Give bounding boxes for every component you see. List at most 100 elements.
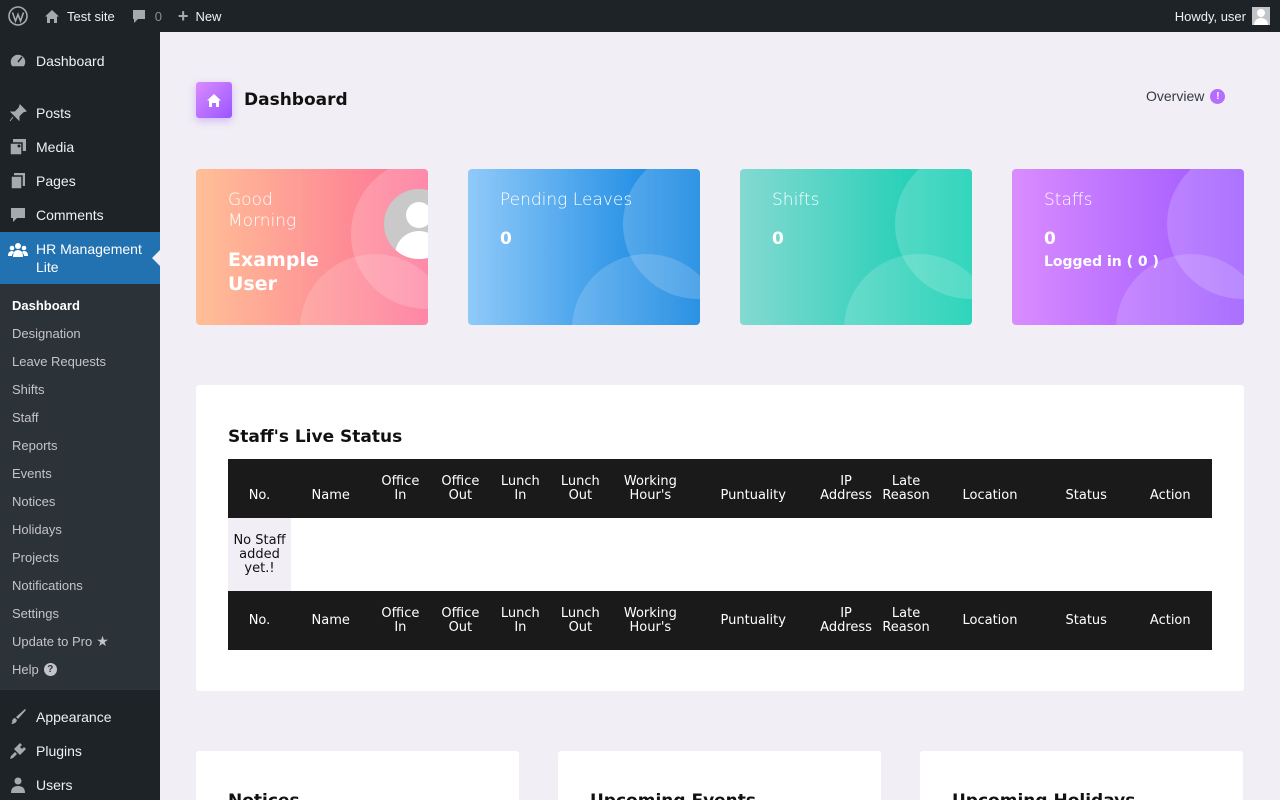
menu-label: Users: [36, 777, 73, 793]
column-footer: Location: [936, 591, 1044, 650]
empty-message: No Staff added yet.!: [228, 518, 291, 591]
column-header: Lunch Out: [550, 459, 611, 518]
menu-label: Comments: [36, 207, 104, 223]
menu-plugins[interactable]: Plugins: [0, 734, 160, 768]
howdy-text: Howdy, user: [1174, 8, 1246, 24]
submenu-projects[interactable]: Projects: [0, 543, 160, 571]
page-title: Dashboard: [244, 90, 348, 110]
admin-bar: Test site 0 + New Howdy, user: [0, 0, 1280, 32]
star-icon: ★: [96, 632, 109, 649]
dashboard-icon: [8, 51, 28, 71]
submenu-holidays[interactable]: Holidays: [0, 515, 160, 543]
submenu-label: Leave Requests: [12, 353, 106, 369]
card-value: 0: [500, 229, 512, 249]
column-footer: Name: [291, 591, 371, 650]
wordpress-logo-icon[interactable]: [0, 0, 36, 32]
submenu-events[interactable]: Events: [0, 459, 160, 487]
submenu-update-to-pro[interactable]: Update to Pro ★: [0, 627, 160, 655]
submenu-staff[interactable]: Staff: [0, 403, 160, 431]
site-name-link[interactable]: Test site: [36, 0, 123, 32]
comments-count: 0: [154, 8, 162, 24]
submenu-label: Notifications: [12, 577, 83, 593]
column-header: Name: [291, 459, 371, 518]
column-header: Location: [936, 459, 1044, 518]
account-menu[interactable]: Howdy, user: [1167, 0, 1280, 32]
submenu-designation[interactable]: Designation: [0, 319, 160, 347]
menu-users[interactable]: Users: [0, 768, 160, 800]
panel-title: Staff's Live Status: [228, 427, 403, 447]
menu-posts[interactable]: Posts: [0, 96, 160, 130]
card-label: Staffs: [1044, 190, 1093, 210]
submenu-settings[interactable]: Settings: [0, 599, 160, 627]
submenu-reports[interactable]: Reports: [0, 431, 160, 459]
groups-icon: [8, 240, 28, 260]
submenu-label: Reports: [12, 437, 58, 453]
table-header-row: No. Name Office In Office Out Lunch In L…: [228, 459, 1212, 518]
column-footer: Office In: [370, 591, 431, 650]
user-avatar: [1252, 7, 1270, 25]
shifts-card[interactable]: Shifts 0: [740, 169, 972, 325]
main-content: Dashboard Overview ! Good Morning Exampl…: [160, 32, 1280, 800]
card-title: Upcoming Holidays: [952, 791, 1135, 800]
menu-comments[interactable]: Comments: [0, 198, 160, 232]
notices-card: Notices: [196, 751, 519, 800]
upcoming-holidays-card: Upcoming Holidays: [920, 751, 1243, 800]
card-label: Pending Leaves: [500, 190, 633, 210]
menu-pages[interactable]: Pages: [0, 164, 160, 198]
comments-link[interactable]: 0: [123, 0, 170, 32]
menu-label: Plugins: [36, 743, 82, 759]
table-footer-row: No. Name Office In Office Out Lunch In L…: [228, 591, 1212, 650]
overview-link[interactable]: Overview !: [1146, 88, 1226, 104]
column-footer: Lunch In: [490, 591, 551, 650]
menu-label: Appearance: [36, 709, 112, 725]
pending-leaves-card[interactable]: Pending Leaves 0: [468, 169, 700, 325]
users-icon: [8, 775, 28, 795]
pages-icon: [8, 171, 28, 191]
hr-submenu: Dashboard Designation Leave Requests Shi…: [0, 284, 160, 690]
menu-appearance[interactable]: Appearance: [0, 700, 160, 734]
greeting-label: Good Morning: [228, 190, 297, 231]
menu-label: Media: [36, 139, 75, 155]
info-icon: !: [1210, 88, 1226, 104]
submenu-notices[interactable]: Notices: [0, 487, 160, 515]
plugin-icon: [8, 741, 28, 761]
menu-label: HR Management Lite: [36, 241, 142, 275]
column-footer: Working Hour's: [610, 591, 691, 650]
column-footer: Status: [1043, 591, 1129, 650]
greeting-card: Good Morning Example User: [196, 169, 428, 325]
card-title: Upcoming Events: [590, 791, 756, 800]
submenu-help[interactable]: Help?: [0, 655, 160, 683]
decor-circle: [572, 254, 700, 325]
column-header: Action: [1128, 459, 1212, 518]
logged-in-count: Logged in ( 0 ): [1044, 254, 1159, 270]
decor-circle: [844, 254, 972, 325]
menu-dashboard[interactable]: Dashboard: [0, 44, 160, 78]
submenu-shifts[interactable]: Shifts: [0, 375, 160, 403]
new-content-link[interactable]: + New: [170, 0, 230, 32]
submenu-label: Help: [12, 661, 39, 677]
column-footer: Late Reason: [876, 591, 937, 650]
upcoming-events-card: Upcoming Events: [558, 751, 881, 800]
brush-icon: [8, 707, 28, 727]
submenu-label: Settings: [12, 605, 59, 621]
submenu-label: Update to Pro: [12, 633, 93, 649]
submenu-label: Shifts: [12, 381, 45, 397]
submenu-label: Designation: [12, 325, 81, 341]
column-header: Office Out: [430, 459, 491, 518]
submenu-leave-requests[interactable]: Leave Requests: [0, 347, 160, 375]
pin-icon: [8, 103, 28, 123]
staffs-card[interactable]: Staffs 0 Logged in ( 0 ): [1012, 169, 1244, 325]
column-footer: Lunch Out: [550, 591, 611, 650]
submenu-label: Events: [12, 465, 52, 481]
card-title: Notices: [228, 791, 300, 800]
menu-hr-management-lite[interactable]: HR Management Lite: [0, 232, 160, 284]
help-icon: ?: [43, 662, 57, 676]
submenu-dashboard[interactable]: Dashboard: [0, 291, 160, 319]
submenu-notifications[interactable]: Notifications: [0, 571, 160, 599]
menu-label: Dashboard: [36, 53, 105, 69]
live-status-table: No. Name Office In Office Out Lunch In L…: [228, 459, 1212, 650]
column-header: Late Reason: [876, 459, 937, 518]
column-footer: IP Address: [816, 591, 877, 650]
menu-media[interactable]: Media: [0, 130, 160, 164]
submenu-label: Staff: [12, 409, 39, 425]
